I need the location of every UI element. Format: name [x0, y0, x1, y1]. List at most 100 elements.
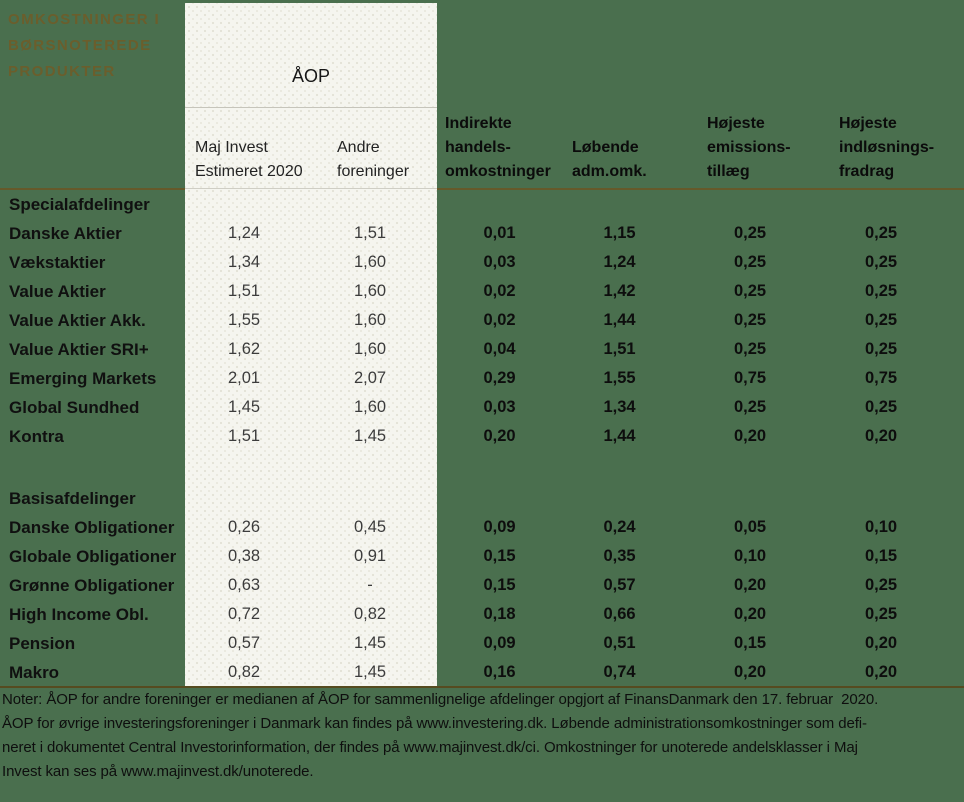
- table-row: Globale Obligationer0,380,910,150,350,10…: [0, 542, 964, 571]
- cell-value: 0,91: [303, 547, 437, 566]
- table-row: High Income Obl.0,720,820,180,660,200,25: [0, 600, 964, 629]
- cell-value: 0,35: [562, 547, 677, 566]
- cell-value: 1,34: [562, 398, 677, 417]
- row-label: Danske Aktier: [0, 224, 185, 244]
- cell-value: 0,20: [823, 634, 939, 653]
- cell-value: 0,51: [562, 634, 677, 653]
- table-row: Danske Obligationer0,260,450,090,240,050…: [0, 513, 964, 542]
- cell-value: 1,60: [303, 340, 437, 359]
- row-label: Vækstaktier: [0, 253, 185, 273]
- cell-value: 0,25: [677, 282, 823, 301]
- column-header-indirekte-handelsomkostninger: Indirekte handels- omkostninger: [445, 110, 551, 184]
- cell-value: 0,26: [185, 518, 303, 537]
- cell-value: 0,18: [437, 605, 562, 624]
- section-spacer: [0, 451, 964, 484]
- row-label: Emerging Markets: [0, 369, 185, 389]
- cell-value: 1,55: [185, 311, 303, 330]
- cell-value: 0,20: [677, 427, 823, 446]
- cell-value: 1,45: [303, 427, 437, 446]
- cell-value: 1,51: [185, 282, 303, 301]
- cell-value: 0,25: [677, 398, 823, 417]
- cell-value: 1,60: [303, 253, 437, 272]
- cell-value: 0,38: [185, 547, 303, 566]
- cell-value: 0,20: [823, 427, 939, 446]
- column-header-andre-foreninger: Andre foreninger: [337, 110, 409, 184]
- section-header-label: Basisafdelinger: [0, 489, 185, 509]
- cell-value: 0,01: [437, 224, 562, 243]
- table-row: Value Aktier1,511,600,021,420,250,25: [0, 277, 964, 306]
- footnote-line-3: neret i dokumentet Central Investorinfor…: [2, 736, 962, 760]
- header-divider-cream: [185, 188, 437, 189]
- cell-value: 0,82: [303, 605, 437, 624]
- row-label: Pension: [0, 634, 185, 654]
- page-title-line-1: OMKOSTNINGER I: [8, 7, 160, 33]
- cell-value: 0,20: [677, 663, 823, 682]
- table-body: SpecialafdelingerDanske Aktier1,241,510,…: [0, 190, 964, 687]
- aop-group-divider: [185, 107, 437, 108]
- cell-value: 0,57: [185, 634, 303, 653]
- footnote-line-4: Invest kan ses på www.majinvest.dk/unote…: [2, 760, 962, 784]
- cell-value: 1,51: [303, 224, 437, 243]
- cell-value: 0,09: [437, 518, 562, 537]
- cell-value: 0,82: [185, 663, 303, 682]
- page-title: OMKOSTNINGER I BØRSNOTEREDE PRODUKTER: [8, 7, 160, 85]
- cell-value: 0,25: [823, 282, 939, 301]
- cell-value: 0,15: [437, 576, 562, 595]
- cell-value: 1,45: [185, 398, 303, 417]
- cell-value: 0,10: [677, 547, 823, 566]
- row-label: Globale Obligationer: [0, 547, 185, 567]
- cell-value: 1,15: [562, 224, 677, 243]
- cell-value: 0,10: [823, 518, 939, 537]
- row-label: Value Aktier Akk.: [0, 311, 185, 331]
- page-title-line-2: BØRSNOTEREDE: [8, 33, 160, 59]
- row-label: Kontra: [0, 427, 185, 447]
- column-header-hojeste-emissionstillaeg: Højeste emissions- tillæg: [707, 110, 791, 184]
- cell-value: 1,24: [185, 224, 303, 243]
- cell-value: 1,45: [303, 663, 437, 682]
- table-row: Vækstaktier1,341,600,031,240,250,25: [0, 248, 964, 277]
- cell-value: 1,44: [562, 427, 677, 446]
- cell-value: 1,62: [185, 340, 303, 359]
- column-header-hojeste-indlosningsfradrag: Højeste indløsnings- fradrag: [839, 110, 934, 184]
- cell-value: 1,44: [562, 311, 677, 330]
- cell-value: 0,74: [562, 663, 677, 682]
- cell-value: 0,75: [823, 369, 939, 388]
- table-row: Makro0,821,450,160,740,200,20: [0, 658, 964, 687]
- cell-value: 1,34: [185, 253, 303, 272]
- table-row: Value Aktier Akk.1,551,600,021,440,250,2…: [0, 306, 964, 335]
- cell-value: 1,60: [303, 311, 437, 330]
- row-label: High Income Obl.: [0, 605, 185, 625]
- table-row: Kontra1,511,450,201,440,200,20: [0, 422, 964, 451]
- cell-value: -: [303, 576, 437, 595]
- cell-value: 0,16: [437, 663, 562, 682]
- cell-value: 0,02: [437, 282, 562, 301]
- cell-value: 0,29: [437, 369, 562, 388]
- footnote-line-1: Noter: ÅOP for andre foreninger er media…: [2, 688, 962, 712]
- cell-value: 1,51: [185, 427, 303, 446]
- cell-value: 0,25: [677, 253, 823, 272]
- table-row: Danske Aktier1,241,510,011,150,250,25: [0, 219, 964, 248]
- cell-value: 0,20: [677, 605, 823, 624]
- column-header-maj-invest: Maj Invest Estimeret 2020: [195, 110, 303, 184]
- cell-value: 1,24: [562, 253, 677, 272]
- table-row: Global Sundhed1,451,600,031,340,250,25: [0, 393, 964, 422]
- cell-value: 1,60: [303, 398, 437, 417]
- cell-value: 1,51: [562, 340, 677, 359]
- row-label: Danske Obligationer: [0, 518, 185, 538]
- cell-value: 0,02: [437, 311, 562, 330]
- cell-value: 0,20: [677, 576, 823, 595]
- row-label: Makro: [0, 663, 185, 683]
- column-group-header-aop: ÅOP: [185, 66, 437, 87]
- cell-value: 0,66: [562, 605, 677, 624]
- cell-value: 0,25: [677, 224, 823, 243]
- cell-value: 1,45: [303, 634, 437, 653]
- cell-value: 0,04: [437, 340, 562, 359]
- cost-table-figure: OMKOSTNINGER I BØRSNOTEREDE PRODUKTER ÅO…: [0, 0, 964, 802]
- table-row: Pension0,571,450,090,510,150,20: [0, 629, 964, 658]
- cell-value: 1,60: [303, 282, 437, 301]
- cell-value: 0,25: [823, 224, 939, 243]
- cell-value: 0,15: [823, 547, 939, 566]
- cell-value: 0,63: [185, 576, 303, 595]
- cell-value: 0,15: [437, 547, 562, 566]
- footnote-line-2: ÅOP for øvrige investeringsforeninger i …: [2, 712, 962, 736]
